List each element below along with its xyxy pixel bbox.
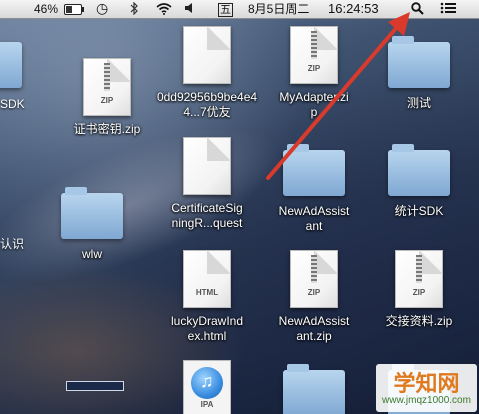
desktop-screen: 46% ◷ 五 8月5日周二 16:24:53 SDK 认识 0dd92956b… (0, 0, 479, 414)
watermark-title: 学知网 (393, 371, 460, 396)
watermark-logo: 学知网 www.jmqz1000.com (376, 364, 477, 412)
annotation-arrow-icon (266, 12, 410, 180)
watermark-url: www.jmqz1000.com (382, 395, 471, 406)
